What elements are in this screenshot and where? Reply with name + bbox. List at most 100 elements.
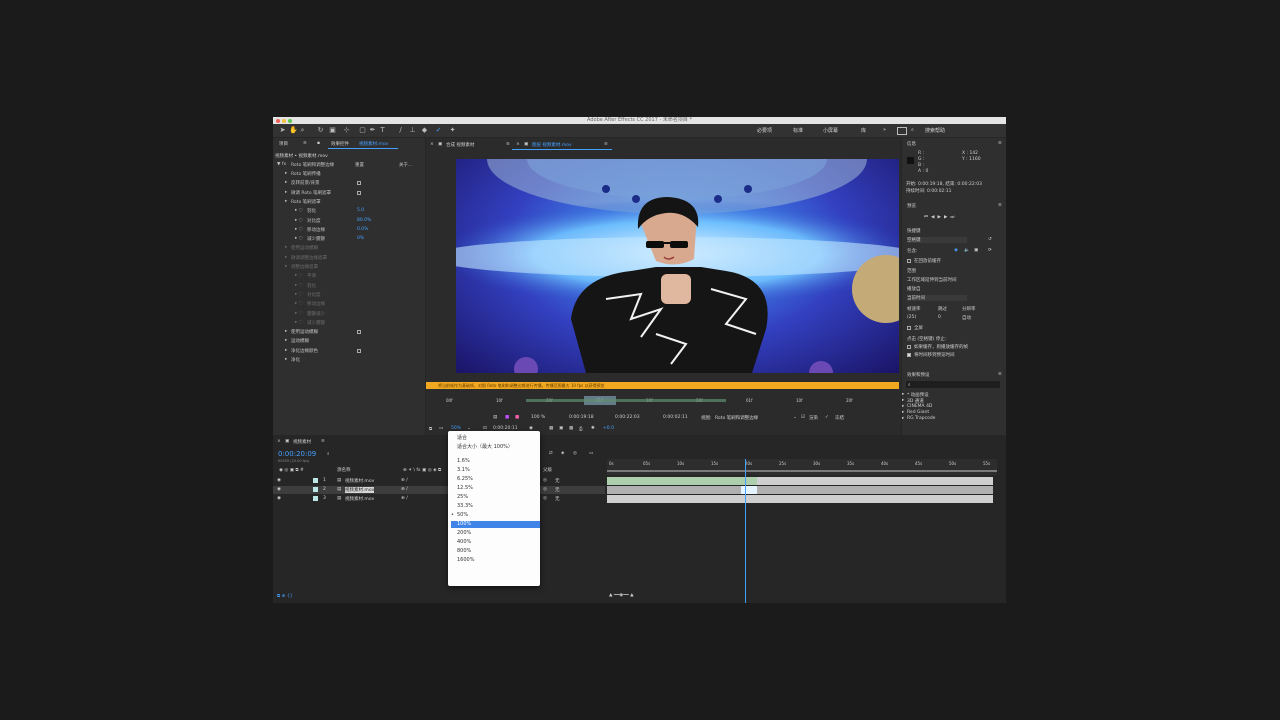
layer-switches[interactable]: ⊕ /	[401, 478, 408, 483]
effect-property-value[interactable]: 80.0%	[357, 218, 371, 223]
effect-property-8[interactable]: 使用运动模糊	[291, 245, 318, 251]
expand-triangle-icon[interactable]: ▸	[902, 392, 904, 397]
graph-editor-icon[interactable]: ▭	[589, 451, 593, 456]
timeline-bottom-icons[interactable]: ⧉ ⊕ {}	[277, 593, 293, 599]
effect-property-19[interactable]: 净化边缘颜色	[291, 348, 318, 354]
workspace-small-screen[interactable]: 小屏幕	[823, 127, 838, 134]
close-timeline-tab-icon[interactable]: ×	[277, 439, 281, 444]
puppet-pin-tool-icon[interactable]: ✦	[449, 127, 456, 134]
expand-triangle-icon[interactable]: ▸	[285, 180, 287, 185]
effects-category-item[interactable]: Red Giant	[907, 410, 929, 415]
effect-property-checkbox[interactable]	[357, 190, 361, 195]
include-audio-icon[interactable]: 🔈	[964, 248, 970, 253]
timeline-current-time[interactable]: 0:00:20:09	[278, 450, 316, 458]
expand-triangle-icon[interactable]: ▸ ◌	[295, 227, 303, 232]
loop-icon[interactable]: ⟳	[988, 248, 992, 253]
info-menu-icon[interactable]: ≡	[998, 141, 1002, 146]
exposure-icon[interactable]: ✺	[591, 426, 595, 431]
tab-menu-icon[interactable]: ≡	[506, 142, 510, 147]
magnification-option[interactable]: 3.1%	[457, 467, 470, 473]
effect-property-checkbox[interactable]	[357, 348, 361, 353]
visibility-eye-icon[interactable]: ◉	[277, 487, 281, 492]
workspace-standard[interactable]: 标准	[793, 127, 803, 134]
magnification-menu[interactable]: 适合 适合大小（最大 100%） 1.6% 3.1% 6.25% 12.5% 25% 33.3…	[448, 431, 540, 586]
parent-dropdown[interactable]: 无	[555, 496, 560, 502]
parent-pick-whip-icon[interactable]: ◎	[543, 496, 547, 501]
video-frame[interactable]	[456, 159, 899, 373]
source-name-header[interactable]: 源名称	[337, 467, 351, 473]
layer-3-bar[interactable]	[607, 495, 993, 503]
layer-switches[interactable]: ⊕ /	[401, 496, 408, 501]
effect-property-17[interactable]: 使用运动模糊	[291, 329, 318, 335]
move-time-checkbox[interactable]	[907, 353, 911, 357]
expand-triangle-icon[interactable]: ▸	[285, 264, 287, 269]
preview-panel-title[interactable]: 预览	[907, 203, 916, 209]
cache-checkbox[interactable]	[907, 259, 911, 263]
visibility-eye-icon[interactable]: ◉	[277, 496, 281, 501]
include-video-icon[interactable]: ◉	[954, 248, 958, 253]
tab-effect-controls-file[interactable]: 视频素材.mov	[359, 141, 388, 147]
info-panel-title[interactable]: 信息	[907, 141, 916, 147]
expand-triangle-icon[interactable]: ▸	[902, 398, 904, 403]
magnification-option[interactable]: 400%	[457, 539, 471, 545]
expand-triangle-icon[interactable]: ▸ ◌	[295, 283, 303, 288]
about-button[interactable]: 关于...	[399, 162, 412, 168]
expand-triangle-icon[interactable]: ▸	[285, 338, 287, 343]
search-icon[interactable]: ⌕	[911, 127, 914, 133]
layer-name[interactable]: 视频素材.mov	[345, 496, 374, 502]
effect-property-16[interactable]: 减少震颤	[307, 320, 325, 326]
pan-behind-tool-icon[interactable]: ⊹	[343, 127, 350, 134]
expand-triangle-icon[interactable]: ▸	[285, 190, 287, 195]
menu-icon[interactable]: ≡	[303, 141, 307, 146]
effect-property-7[interactable]: 减少震颤	[307, 236, 325, 242]
effect-property-value[interactable]: 0.0%	[357, 227, 368, 232]
effect-property-0[interactable]: Roto 笔刷传播	[291, 171, 321, 177]
motion-blur-icon[interactable]: ◎	[573, 451, 577, 456]
preview-menu-icon[interactable]: ≡	[998, 203, 1002, 208]
layer-row[interactable]: ◉ 1 ▤ 视频素材.mov ⊕ / ◎ 无	[273, 477, 605, 485]
expand-triangle-icon[interactable]: ▸	[285, 357, 287, 362]
layer-label-color[interactable]	[313, 478, 318, 483]
effects-search-input[interactable]	[906, 381, 1000, 388]
magnification-option[interactable]: 适合	[457, 434, 467, 441]
layer-switches[interactable]: ⊕ /	[401, 487, 408, 492]
timeline-menu-icon[interactable]: ≡	[321, 439, 325, 444]
tab-project[interactable]: 项目	[279, 141, 288, 147]
selection-tool-icon[interactable]: ➤	[279, 127, 286, 134]
rotate-tool-icon[interactable]: ↻	[317, 127, 324, 134]
always-preview-icon[interactable]: ⧉	[429, 426, 432, 432]
effect-property-14[interactable]: 移动边缘	[307, 301, 325, 307]
tab-layer[interactable]: 图层 视频素材.mov	[532, 142, 572, 148]
play-from-dropdown[interactable]: 当前时间	[907, 295, 967, 301]
layer-label-color[interactable]	[313, 496, 318, 501]
exposure-value[interactable]: +0.0	[603, 426, 614, 431]
effects-category-item[interactable]: CINEMA 4D	[907, 404, 932, 409]
brush-tool-icon[interactable]: /	[397, 127, 404, 134]
rectangle-tool-icon[interactable]: ▢	[359, 127, 366, 134]
region-icon[interactable]: ▣	[559, 426, 563, 431]
layer-label-color[interactable]	[313, 487, 318, 492]
safe-zones-icon[interactable]: ▭	[439, 426, 443, 431]
effect-property-20[interactable]: 净化	[291, 357, 300, 363]
effect-property-2[interactable]: 微调 Roto 笔刷遮罩	[291, 190, 331, 196]
expand-triangle-icon[interactable]: ▸ ◌	[295, 301, 303, 306]
hand-tool-icon[interactable]: ✋	[289, 127, 298, 134]
close-layer-tab-icon[interactable]: ×	[516, 142, 520, 147]
pen-tool-icon[interactable]: ✒	[369, 127, 376, 134]
effects-presets-title[interactable]: 效果和预设	[907, 372, 930, 378]
magnification-option[interactable]: 6.25%	[457, 476, 473, 482]
effects-menu-icon[interactable]: ≡	[998, 372, 1002, 377]
tab-effect-controls[interactable]: 效果控件	[331, 141, 349, 147]
effect-property-checkbox[interactable]	[357, 330, 361, 335]
effect-property-4[interactable]: 羽化	[307, 208, 316, 214]
effects-category-item[interactable]: RG Trapcode	[907, 416, 935, 421]
expand-triangle-icon[interactable]: ▸ ◌	[295, 311, 303, 316]
cache-frames-checkbox[interactable]	[907, 345, 911, 349]
magnification-option[interactable]: 1600%	[457, 557, 474, 563]
zoom-readout[interactable]: 100 %	[531, 415, 545, 420]
effect-property-13[interactable]: 对比度	[307, 292, 321, 298]
magnification-option[interactable]: 适合大小（最大 100%）	[457, 443, 513, 450]
comp-mini-flowchart-icon[interactable]: ⇄	[549, 451, 553, 456]
effect-property-1[interactable]: 反转前景/背景	[291, 180, 320, 186]
layer-name[interactable]: 视频素材.mov	[345, 478, 374, 484]
